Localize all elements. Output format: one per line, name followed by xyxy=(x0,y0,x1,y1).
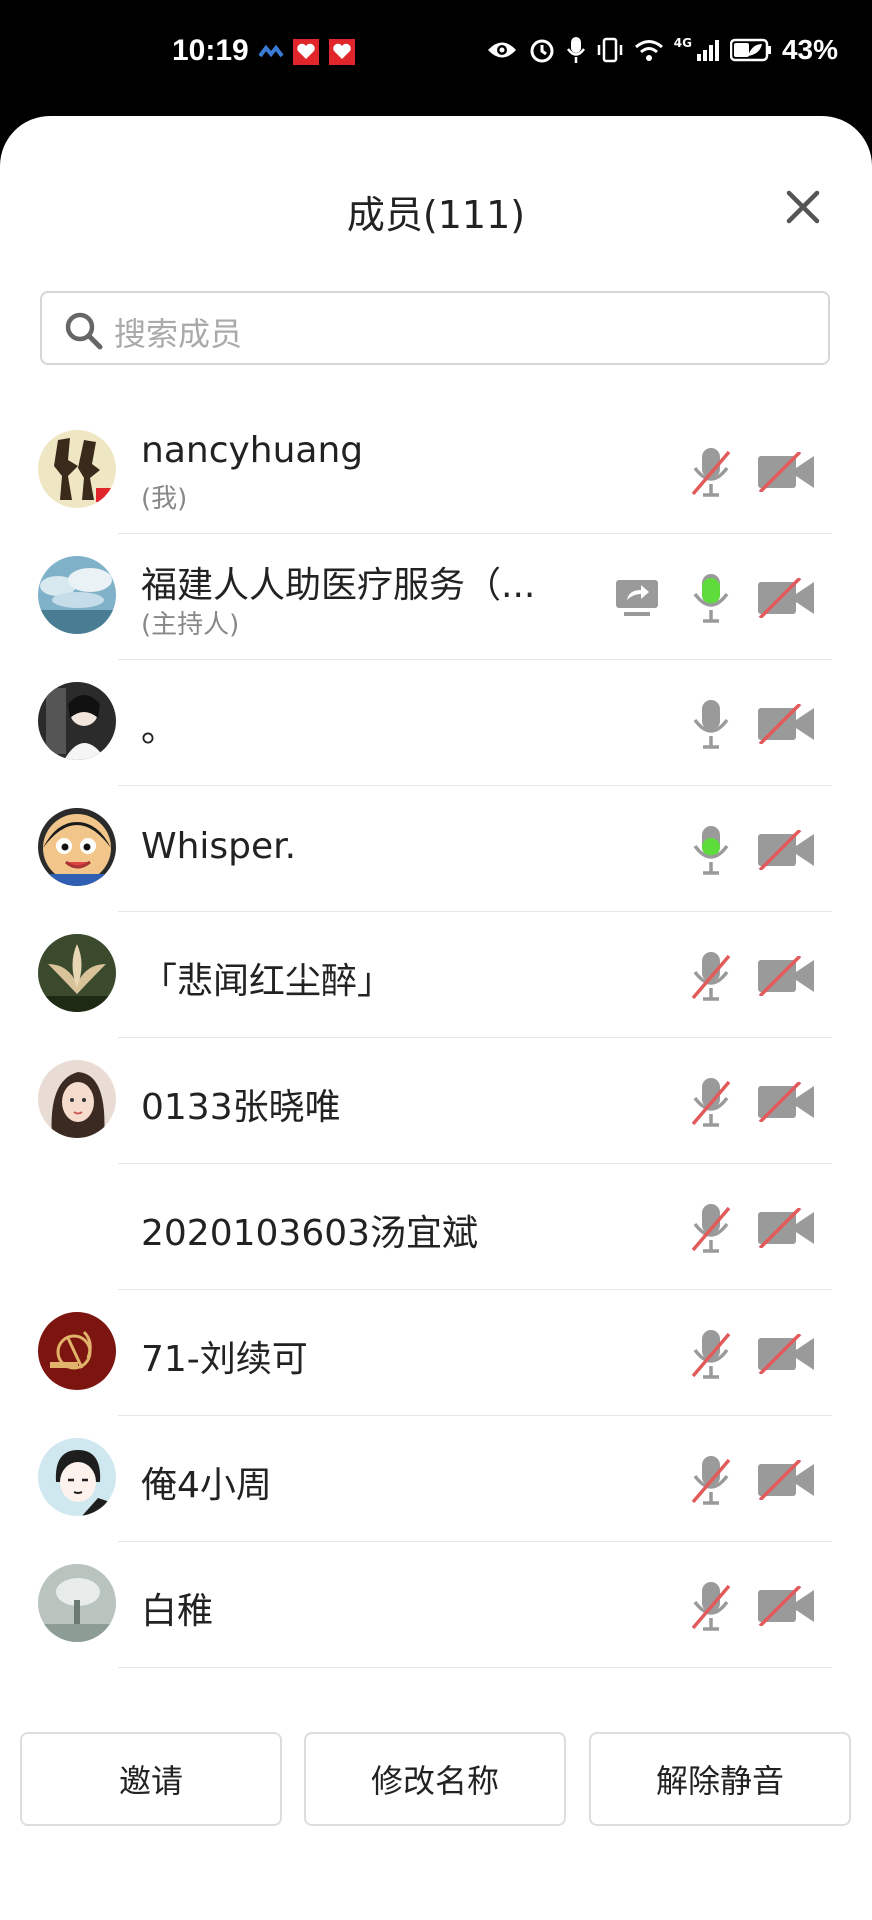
avatar xyxy=(38,556,116,634)
battery-percent: 43% xyxy=(781,34,838,65)
signal-icon xyxy=(696,40,719,61)
member-name: nancyhuang xyxy=(141,430,364,471)
search-placeholder: 搜索成员 xyxy=(114,315,243,353)
alarm-icon xyxy=(530,39,554,63)
divider xyxy=(118,1667,832,1668)
member-name: 。 xyxy=(141,709,178,750)
invite-button[interactable]: 邀请 xyxy=(20,1732,282,1826)
avatar xyxy=(38,1060,116,1138)
member-tag: (主持人) xyxy=(141,610,240,640)
camera-off-icon[interactable] xyxy=(756,578,816,618)
camera-off-icon[interactable] xyxy=(756,452,816,492)
list-item[interactable]: 「悲闻红尘醉」 xyxy=(0,912,872,1038)
status-right: 4G 43% xyxy=(486,34,838,66)
mic-speaking-icon[interactable] xyxy=(688,822,734,878)
mic-muted-icon[interactable] xyxy=(688,444,734,500)
avatar xyxy=(38,808,116,886)
mic-muted-icon[interactable] xyxy=(688,1200,734,1256)
list-item[interactable]: 0133张晓唯 xyxy=(0,1038,872,1164)
camera-off-icon[interactable] xyxy=(756,1334,816,1374)
camera-off-icon[interactable] xyxy=(756,956,816,996)
camera-off-icon[interactable] xyxy=(756,704,816,744)
member-name: 福建人人助医疗服务（... xyxy=(141,565,536,606)
member-name: Whisper. xyxy=(141,826,297,867)
avatar xyxy=(38,1438,116,1516)
network-type-label: 4G xyxy=(673,36,692,50)
rename-button[interactable]: 修改名称 xyxy=(304,1732,566,1826)
member-name: 俺4小周 xyxy=(141,1465,272,1506)
camera-off-icon[interactable] xyxy=(756,1586,816,1626)
list-item[interactable]: Whisper. xyxy=(0,786,872,912)
wifi-icon xyxy=(634,40,663,61)
mic-muted-icon[interactable] xyxy=(688,948,734,1004)
member-name: 「悲闻红尘醉」 xyxy=(141,961,394,1002)
member-name: 71-刘续可 xyxy=(141,1339,308,1380)
avatar xyxy=(38,430,116,508)
unmute-button[interactable]: 解除静音 xyxy=(589,1732,851,1826)
avatar xyxy=(38,1312,116,1390)
vibrate-icon xyxy=(597,37,622,63)
status-bar: 10:19 4G 43% xyxy=(0,0,872,112)
camera-off-icon[interactable] xyxy=(756,1082,816,1122)
member-name: 白稚 xyxy=(141,1591,214,1632)
notification-icons xyxy=(258,38,356,66)
close-icon xyxy=(786,190,820,224)
mic-status-icon xyxy=(566,37,585,63)
list-item[interactable]: 。 xyxy=(0,660,872,786)
page-title: 成员(111) xyxy=(346,193,526,237)
status-time: 10:19 xyxy=(172,34,249,67)
app-notification-icon-2 xyxy=(329,39,355,65)
list-item[interactable]: 71-刘续可 xyxy=(0,1290,872,1416)
list-item[interactable]: 福建人人助医疗服务（... (主持人) xyxy=(0,534,872,660)
avatar xyxy=(38,682,116,760)
list-item[interactable]: 2020103603汤宜斌 xyxy=(0,1164,872,1290)
camera-off-icon[interactable] xyxy=(756,1460,816,1500)
camera-off-icon[interactable] xyxy=(756,1208,816,1248)
search-input[interactable]: 搜索成员 xyxy=(40,291,830,365)
camera-off-icon[interactable] xyxy=(756,830,816,870)
mic-muted-icon[interactable] xyxy=(688,1452,734,1508)
list-item[interactable]: 白稚 xyxy=(0,1542,872,1668)
search-icon xyxy=(65,312,103,350)
member-name: 0133张晓唯 xyxy=(141,1087,341,1128)
meeting-app-icon xyxy=(258,44,284,58)
eye-icon xyxy=(487,42,516,58)
list-item[interactable]: 俺4小周 xyxy=(0,1416,872,1542)
list-item[interactable]: nancyhuang (我) xyxy=(0,408,872,534)
mic-muted-icon[interactable] xyxy=(688,1578,734,1634)
mic-muted-icon[interactable] xyxy=(688,1326,734,1382)
member-name: 2020103603汤宜斌 xyxy=(141,1213,479,1254)
battery-icon xyxy=(729,38,771,62)
close-button[interactable] xyxy=(778,182,828,232)
screen-share-icon[interactable] xyxy=(614,578,660,618)
mic-muted-icon[interactable] xyxy=(688,1074,734,1130)
mic-icon[interactable] xyxy=(688,696,734,752)
avatar xyxy=(38,934,116,1012)
app-notification-icon xyxy=(293,39,319,65)
member-tag: (我) xyxy=(141,484,188,514)
mic-speaking-icon[interactable] xyxy=(688,570,734,626)
avatar xyxy=(38,1564,116,1642)
